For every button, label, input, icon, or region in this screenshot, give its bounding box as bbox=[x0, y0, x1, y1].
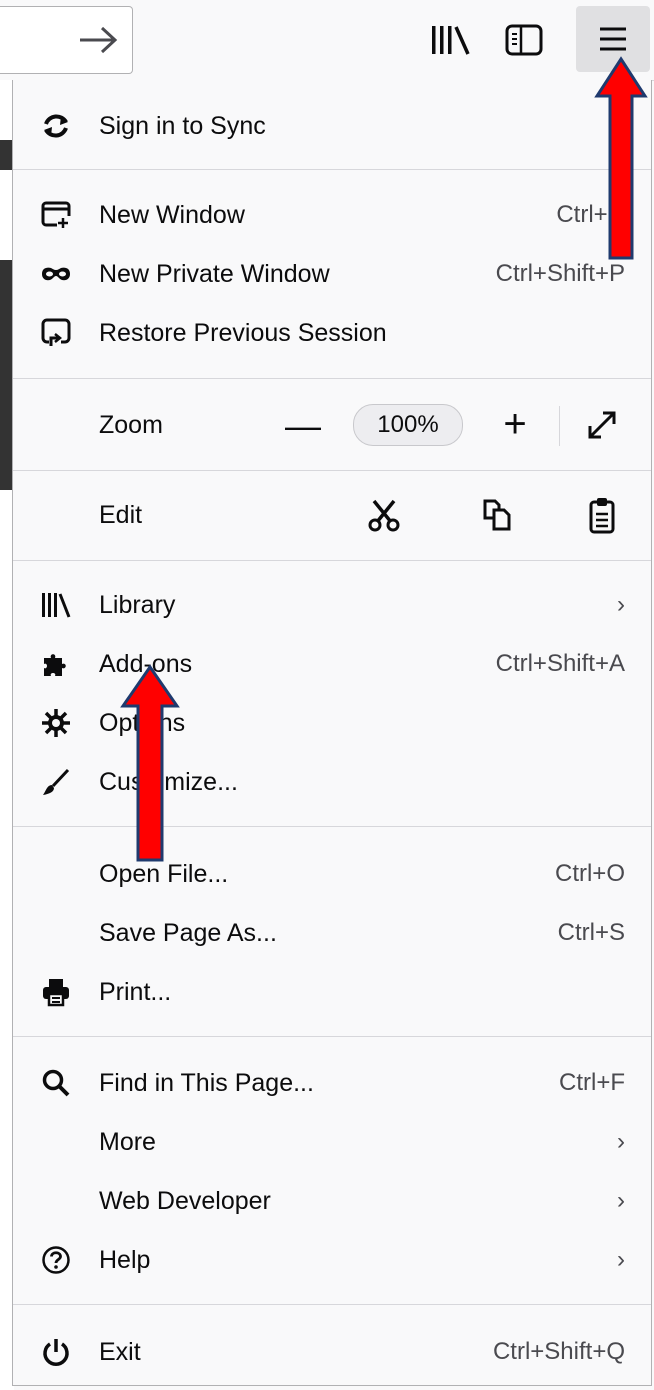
menu-item-label: Web Developer bbox=[99, 1187, 271, 1215]
chevron-right-icon: › bbox=[617, 1246, 625, 1273]
menu-item-open-file[interactable]: Open File... Ctrl+O bbox=[13, 845, 651, 903]
menu-item-new-private-window[interactable]: New Private Window Ctrl+Shift+P bbox=[13, 245, 651, 303]
private-mask-icon bbox=[42, 267, 70, 281]
separator bbox=[13, 470, 651, 471]
sidebars-icon[interactable] bbox=[504, 22, 544, 58]
chevron-right-icon: › bbox=[617, 1128, 625, 1155]
menu-item-options[interactable]: Options bbox=[13, 694, 651, 752]
sync-icon bbox=[44, 114, 68, 138]
puzzle-icon bbox=[44, 654, 66, 676]
annotation-arrow-up bbox=[594, 56, 648, 260]
separator bbox=[13, 1036, 651, 1037]
separator bbox=[13, 1304, 651, 1305]
fullscreen-icon[interactable] bbox=[585, 408, 619, 442]
chevron-right-icon: › bbox=[617, 591, 625, 618]
menu-item-label: Zoom bbox=[99, 411, 163, 439]
separator bbox=[13, 560, 651, 561]
restore-session-icon bbox=[41, 318, 71, 346]
menu-item-exit[interactable]: Exit Ctrl+Shift+Q bbox=[13, 1323, 651, 1381]
page-fragment bbox=[0, 140, 12, 170]
menu-item-find[interactable]: Find in This Page... Ctrl+F bbox=[13, 1054, 651, 1112]
separator bbox=[13, 378, 651, 379]
menu-item-library[interactable]: Library › bbox=[13, 576, 651, 634]
menu-item-restore-session[interactable]: Restore Previous Session bbox=[13, 304, 651, 362]
zoom-reset-button[interactable]: 100% bbox=[353, 404, 463, 446]
shortcut-label: Ctrl+Shift+Q bbox=[492, 1338, 625, 1365]
power-icon bbox=[43, 1339, 69, 1366]
paintbrush-icon bbox=[43, 768, 70, 795]
library-icon bbox=[42, 593, 71, 618]
separator bbox=[13, 826, 651, 827]
browser-toolbar bbox=[0, 0, 654, 81]
zoom-out-button[interactable]: — bbox=[283, 406, 323, 446]
menu-item-print[interactable]: Print... bbox=[13, 963, 651, 1021]
help-icon bbox=[42, 1246, 70, 1274]
copy-icon[interactable] bbox=[481, 498, 515, 532]
menu-item-label: More bbox=[99, 1128, 156, 1156]
new-window-icon bbox=[41, 201, 71, 230]
shortcut-label: Ctrl+Shift+A bbox=[495, 650, 625, 677]
gear-icon bbox=[42, 709, 70, 737]
menu-item-label: Edit bbox=[99, 501, 143, 529]
library-icon[interactable] bbox=[428, 22, 472, 58]
shortcut-label: Ctrl+Shift+P bbox=[495, 260, 625, 287]
menu-item-label: Restore Previous Session bbox=[99, 319, 387, 347]
menu-item-label: Save Page As... bbox=[99, 919, 277, 947]
page-fragment bbox=[0, 360, 12, 490]
menu-item-help[interactable]: Help › bbox=[13, 1231, 651, 1289]
menu-item-label: Library bbox=[99, 591, 176, 619]
search-icon bbox=[42, 1069, 70, 1097]
shortcut-label: Ctrl+S bbox=[557, 919, 625, 946]
url-bar-end[interactable] bbox=[0, 6, 133, 74]
menu-item-zoom: Zoom — 100% + bbox=[13, 396, 651, 454]
separator bbox=[13, 169, 651, 170]
menu-item-edit: Edit bbox=[13, 486, 651, 544]
menu-item-label: Print... bbox=[99, 978, 172, 1006]
menu-item-more[interactable]: More › bbox=[13, 1113, 651, 1171]
shortcut-label: Ctrl+O bbox=[554, 860, 625, 887]
app-menu-panel: Sign in to Sync New Window Ctrl+N New Pr… bbox=[12, 80, 652, 1386]
paste-icon[interactable] bbox=[587, 496, 617, 534]
hamburger-menu-icon bbox=[600, 27, 626, 51]
annotation-arrow-up bbox=[120, 664, 180, 862]
menu-item-customize[interactable]: Customize... bbox=[13, 753, 651, 811]
zoom-in-button[interactable]: + bbox=[493, 402, 537, 446]
menu-item-save-page[interactable]: Save Page As... Ctrl+S bbox=[13, 904, 651, 962]
menu-item-label: New Window bbox=[99, 201, 245, 229]
menu-item-label: New Private Window bbox=[99, 260, 330, 288]
menu-item-label: Help bbox=[99, 1246, 151, 1274]
menu-item-web-developer[interactable]: Web Developer › bbox=[13, 1172, 651, 1230]
shortcut-label: Ctrl+F bbox=[559, 1069, 625, 1096]
cut-icon[interactable] bbox=[367, 498, 401, 532]
menu-item-sign-in-sync[interactable]: Sign in to Sync bbox=[13, 97, 651, 155]
arrow-right-icon[interactable] bbox=[78, 25, 118, 55]
menu-item-label: Sign in to Sync bbox=[99, 112, 266, 140]
menu-item-label: Find in This Page... bbox=[99, 1069, 314, 1097]
menu-item-addons[interactable]: Add-ons Ctrl+Shift+A bbox=[13, 635, 651, 693]
menu-item-new-window[interactable]: New Window Ctrl+N bbox=[13, 186, 651, 244]
menu-item-label: Exit bbox=[99, 1338, 141, 1366]
printer-icon bbox=[43, 979, 69, 1007]
chevron-right-icon: › bbox=[617, 1187, 625, 1214]
separator bbox=[559, 406, 560, 446]
